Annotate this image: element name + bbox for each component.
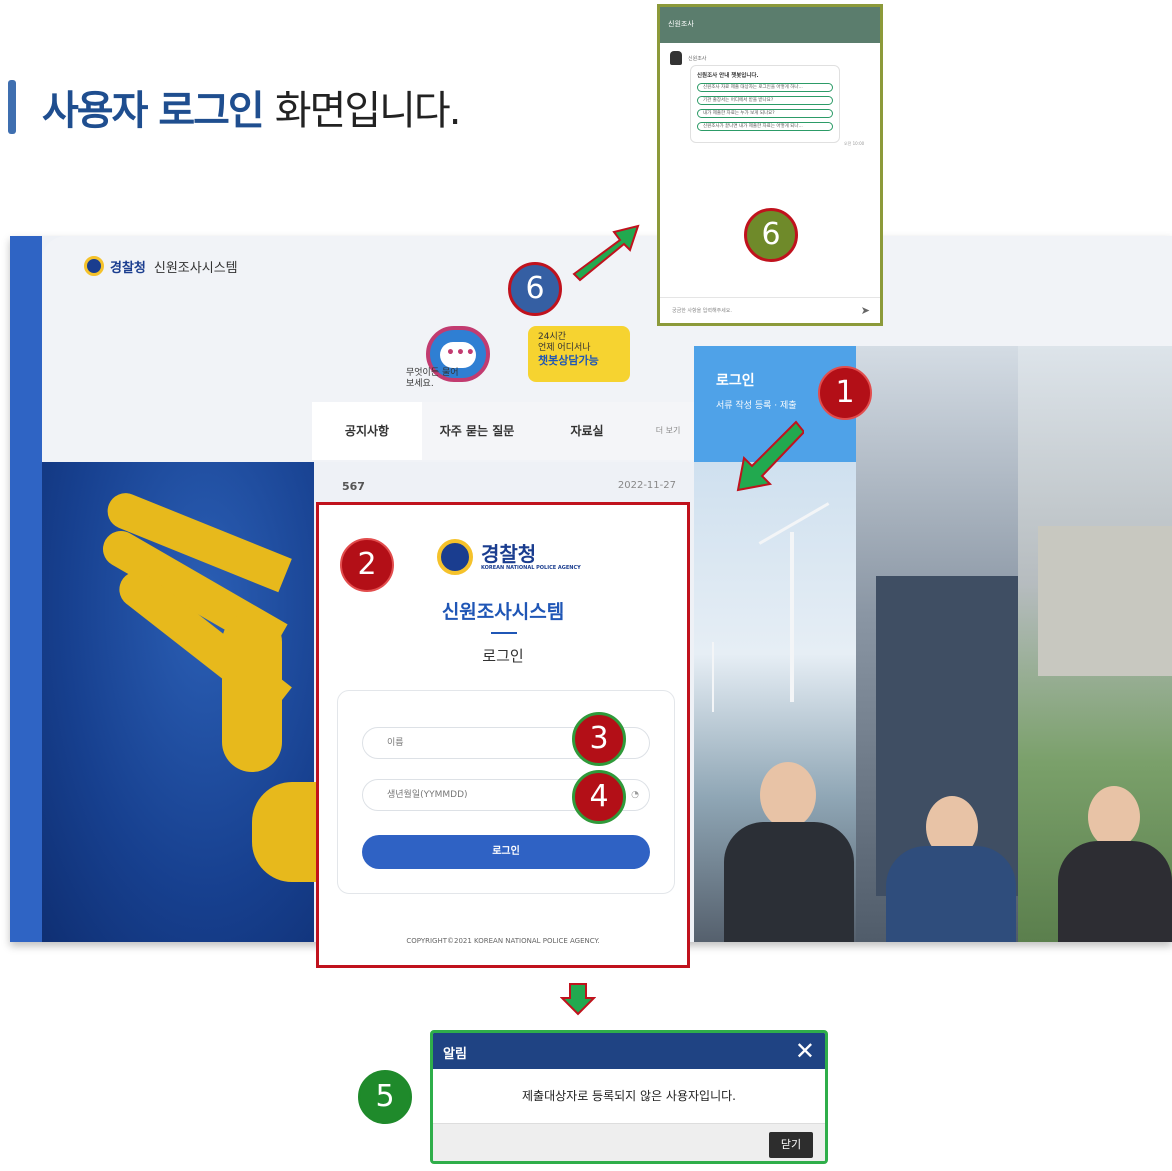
police-seal-icon <box>437 539 473 575</box>
suggestion-chip[interactable]: 내가 제출한 자료는 누가 보게 되나요? <box>697 109 833 118</box>
chatbot-avatar-icon <box>670 51 682 65</box>
heading-light: 화면입니다. <box>274 88 462 134</box>
title-divider <box>491 632 517 634</box>
more-link[interactable]: 더 보기 <box>642 402 694 460</box>
callout-badge-3: 3 <box>572 712 626 766</box>
copyright-text: COPYRIGHT©2021 KOREAN NATIONAL POLICE AG… <box>406 937 600 945</box>
left-blue-strip <box>10 236 42 942</box>
brand-system: 신원조사시스템 <box>153 260 238 276</box>
arrow-to-login-icon <box>736 420 804 492</box>
photo-panel-wind-turbine <box>694 462 856 942</box>
notice-row[interactable]: 567 2022-11-27 <box>312 480 694 493</box>
heading-accent-bar <box>8 80 16 134</box>
site-brand[interactable]: 경찰청 신원조사시스템 <box>84 256 238 276</box>
chatbot-dots-icon: ••• <box>446 345 476 361</box>
modal-title: 신원조사시스템 <box>441 601 565 623</box>
suggestion-chip[interactable]: 신원조사 자료 제출 대상자는 로그인을 어떻게 하나... <box>697 83 833 92</box>
chatbot-banner[interactable]: ••• 무엇이든 물어보세요. 24시간 언제 어디서나 챗봇상담가능 <box>402 326 632 406</box>
alert-header: 알림 ✕ <box>433 1033 825 1069</box>
chatbot-bubble: 24시간 언제 어디서나 챗봇상담가능 <box>528 326 630 382</box>
callout-badge-4: 4 <box>572 770 626 824</box>
instruction-page: 사용자 로그인 화면입니다. 경찰청 신원조사시스템 ••• 무엇이든 물어보세… <box>0 0 1172 1171</box>
chatbot-greeting: 신원조사 안내 챗봇입니다. <box>697 73 759 79</box>
emblem-body-shape <box>222 612 282 772</box>
arrow-to-chat-icon <box>572 224 640 282</box>
message-time: 오전 10:00 <box>844 141 865 146</box>
alert-footer: 닫기 <box>433 1123 825 1161</box>
alert-close-button[interactable]: 닫기 <box>769 1132 813 1158</box>
suggestion-chip[interactable]: 기관 출장서는 어디에서 받을 받나요? <box>697 96 833 105</box>
callout-badge-6: 6 <box>508 262 562 316</box>
emblem-body-shape <box>252 782 322 882</box>
eye-icon[interactable]: ◔ <box>631 780 639 810</box>
alert-title: 알림 <box>443 1047 467 1062</box>
chatbot-name: 신원조사 <box>688 56 707 62</box>
tab-archive[interactable]: 자료실 <box>532 402 642 460</box>
board-tabs: 공지사항 자주 묻는 질문 자료실 더 보기 <box>312 402 694 460</box>
brand-agency: 경찰청 <box>110 260 146 276</box>
callout-badge-1: 1 <box>818 366 872 420</box>
chat-input-placeholder: 궁금한 사항을 입력해주세요. <box>672 308 732 314</box>
photo-panel-government-building <box>1018 346 1172 942</box>
close-icon[interactable]: ✕ <box>795 1037 815 1065</box>
person-suit <box>1058 841 1172 942</box>
send-icon[interactable]: ➤ <box>861 304 870 317</box>
chatbot-message: 신원조사 안내 챗봇입니다. 신원조사 자료 제출 대상자는 로그인을 어떻게 … <box>690 65 840 143</box>
police-emblem-background <box>42 462 322 942</box>
turbine-tower <box>790 532 794 702</box>
chatbot-line2: 언제 어디서나 <box>538 343 591 353</box>
police-emblem-icon <box>84 256 104 276</box>
logo-agency-en: KOREAN NATIONAL POLICE AGENCY <box>481 565 581 571</box>
building-shape <box>1038 526 1172 676</box>
chatbot-line1: 24시간 <box>538 332 567 342</box>
person-head <box>1088 786 1140 848</box>
agency-logo: 경찰청 KOREAN NATIONAL POLICE AGENCY <box>437 539 581 575</box>
person-suit <box>724 822 854 942</box>
page-heading: 사용자 로그인 화면입니다. <box>8 78 462 136</box>
chatbot-ask-text: 무엇이든 물어보세요. <box>406 368 459 389</box>
chatbot-line3: 챗봇상담가능 <box>538 354 599 367</box>
photo-panel-police-hq <box>856 346 1026 942</box>
person-head <box>760 762 816 828</box>
heading-bold: 사용자 로그인 <box>42 88 265 134</box>
name-placeholder: 이름 <box>387 738 404 748</box>
alert-message: 제출대상자로 등록되지 않은 사용자입니다. <box>433 1069 825 1123</box>
birth-placeholder: 생년월일(YYMMDD) <box>387 790 468 800</box>
arrow-down-icon <box>560 983 596 1016</box>
modal-subtitle: 로그인 <box>482 647 524 665</box>
callout-badge-5: 5 <box>358 1070 412 1124</box>
callout-badge-2: 2 <box>340 538 394 592</box>
chatbot-mascot-face: ••• <box>440 342 476 368</box>
tab-notice[interactable]: 공지사항 <box>312 402 422 460</box>
tab-faq[interactable]: 자주 묻는 질문 <box>422 402 532 460</box>
turbine-blade <box>758 502 830 545</box>
alert-dialog: 알림 ✕ 제출대상자로 등록되지 않은 사용자입니다. 닫기 <box>430 1030 828 1164</box>
turbine-tower <box>712 642 714 712</box>
notice-date: 2022-11-27 <box>617 480 676 491</box>
chatbot-popup-header: 신원조사 <box>660 7 880 43</box>
chat-input[interactable]: 궁금한 사항을 입력해주세요. <box>660 297 880 323</box>
person-uniform <box>886 846 1016 942</box>
callout-badge-6: 6 <box>744 208 798 262</box>
login-button[interactable]: 로그인 <box>362 835 650 869</box>
chatbot-popup: 신원조사 신원조사 신원조사 안내 챗봇입니다. 신원조사 자료 제출 대상자는… <box>657 4 883 326</box>
notice-number: 567 <box>342 480 365 493</box>
suggestion-chip[interactable]: 신원조사가 끝나면 내가 제출한 자료는 어떻게 되나... <box>697 122 833 131</box>
logo-agency: 경찰청 <box>481 542 537 566</box>
